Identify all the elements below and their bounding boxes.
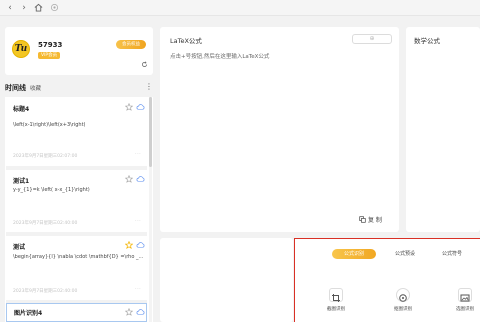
cloud-icon[interactable] [136,175,145,183]
tab-formula-symbols[interactable]: 公式符号 [430,249,474,259]
item-more-icon[interactable]: ··· [135,218,141,224]
cloud-icon[interactable] [136,103,145,111]
screenshot-icon [329,288,343,302]
item-title: 标题4 [13,106,30,113]
screenshot-recognition-button[interactable]: 截图识别 [326,288,346,312]
image-icon [458,288,472,302]
timeline-title[interactable]: 时间线 [5,83,26,93]
forward-icon[interactable]: › [18,2,30,14]
action-label: 抠图识别 [394,307,412,312]
star-icon[interactable] [125,241,133,249]
item-title: 图片识别4 [14,310,43,317]
item-more-icon[interactable]: ··· [135,151,141,157]
latex-title: LaTeX公式 [170,37,202,45]
item-timestamp: 2023年9月7日星期三02:07:00 [13,154,78,159]
add-button[interactable]: ⊕ [352,34,392,44]
cloud-icon[interactable] [136,241,145,249]
list-item[interactable]: 标题4 \left(x-1\right)\left(x+3\right) 202… [6,98,147,166]
item-title: 测试1 [13,178,30,185]
list-item[interactable]: 测试 \begin{array}{l} \nabla \cdot \mathbf… [6,236,147,300]
cutout-icon [396,288,410,302]
item-formula: y-y_{1}=k \left( x-x_{1}\right) [13,187,90,193]
item-timestamp: 2023年9月7日星期三02:40:00 [13,289,78,294]
copy-button[interactable]: 复 制 [368,215,382,225]
avatar[interactable]: Tu [12,40,30,58]
user-card: Tu 57933 VIP会员 会员权益 [5,27,153,75]
list-item[interactable]: 图片识别4 [6,303,147,322]
favorites-tab[interactable]: 收藏 [30,84,41,92]
list-item[interactable]: 测试1 y-y_{1}=k \left( x-x_{1}\right) 2023… [6,170,147,232]
action-label: 截图识别 [327,307,345,312]
home-icon[interactable] [34,3,43,12]
item-formula: \begin{array}{l} \nabla \cdot \mathbf{D}… [13,254,143,260]
top-bar: ‹ › [0,0,480,16]
item-title: 测试 [13,244,26,251]
back-icon[interactable]: ‹ [4,2,16,14]
vip-badge: VIP会员 [38,52,61,59]
star-icon[interactable] [125,175,133,183]
latex-hint[interactable]: 点击+号按钮,然后在这里输入LaTeX公式 [170,52,269,60]
math-title: 数学公式 [414,37,440,45]
star-icon[interactable] [125,103,133,111]
latex-panel: LaTeX公式 ⊕ 点击+号按钮,然后在这里输入LaTeX公式 复 制 [160,27,399,232]
tab-formula-presets[interactable]: 公式预设 [383,249,427,259]
item-timestamp: 2023年9月7日星期三02:40:00 [13,221,78,226]
refresh-icon[interactable] [141,61,148,68]
item-more-icon[interactable]: ··· [135,286,141,292]
item-formula: \left(x-1\right)\left(x+3\right) [13,122,86,128]
bottom-panel [160,238,293,322]
tab-formula-recognition[interactable]: 公式识别 [332,249,376,259]
membership-button[interactable]: 会员权益 [116,40,146,49]
select-image-recognition-button[interactable]: 选图识别 [455,288,475,312]
scrollbar-thumb[interactable] [149,97,152,167]
copy-icon[interactable] [359,216,366,223]
more-icon[interactable]: ⋮ [145,82,153,92]
cloud-icon[interactable] [136,308,145,316]
target-icon[interactable] [50,3,59,12]
math-panel: 数学公式 [406,27,480,232]
action-label: 选图识别 [456,307,474,312]
recognition-panel: 公式识别 公式预设 公式符号 截图识别 抠图识别 选图识别 [294,238,480,322]
cutout-recognition-button[interactable]: 抠图识别 [393,288,413,312]
star-icon[interactable] [125,308,133,316]
user-id: 57933 [38,41,63,49]
